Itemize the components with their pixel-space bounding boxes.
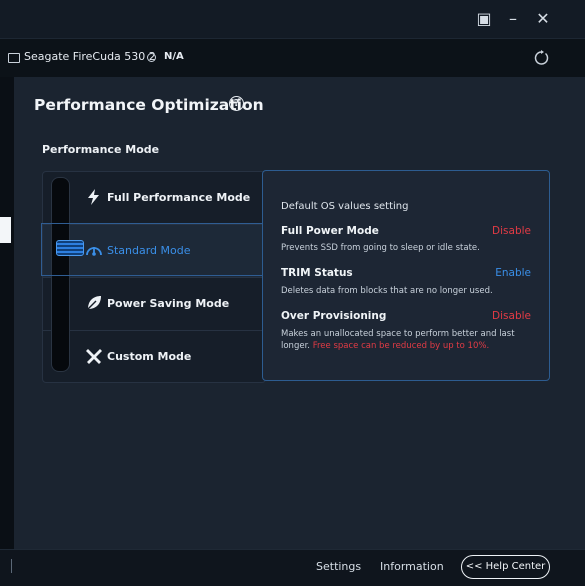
status-circle-icon [147,53,156,62]
mode-slider-track[interactable] [51,177,84,372]
detail-heading: Default OS values setting [281,201,409,212]
mode-slider-handle[interactable] [56,240,84,256]
minimize-button[interactable]: – [503,9,523,29]
footer-divider [11,559,12,573]
information-link[interactable]: Information [380,560,444,573]
device-bar: Seagate FireCuda 530 2 N/A [0,38,585,77]
left-sidebar [0,77,14,549]
main-panel: Performance Optimization ? Performance M… [14,77,585,549]
speedometer-icon [86,247,102,256]
setting-title: Over Provisioning [281,310,387,322]
lightning-icon [88,189,99,205]
title-bar: ▣ – ✕ [0,0,585,38]
section-title: Performance Mode [42,143,160,156]
settings-link[interactable]: Settings [316,560,361,573]
device-status: N/A [164,51,184,62]
sidebar-active-marker [0,217,11,243]
footer-bar: Settings Information << Help Center [0,549,585,586]
restore-window-button[interactable]: ▣ [474,9,494,29]
setting-status: Disable [492,225,531,237]
mode-label: Standard Mode [107,244,191,257]
help-icon[interactable]: ? [229,96,244,111]
mode-label: Full Performance Mode [107,191,251,204]
mode-label: Custom Mode [107,350,192,363]
mode-full-performance[interactable]: Full Performance Mode [43,172,265,224]
mode-label: Power Saving Mode [107,297,230,310]
drive-icon [8,53,20,63]
refresh-icon[interactable] [532,49,550,67]
setting-description: Makes an unallocated space to perform be… [281,328,537,352]
mode-detail-panel: Default OS values setting Full Power Mod… [262,170,550,381]
close-button[interactable]: ✕ [533,9,553,29]
device-name[interactable]: Seagate FireCuda 530 2 [24,50,156,63]
setting-status: Disable [492,310,531,322]
tools-icon [86,349,102,364]
setting-title: TRIM Status [281,267,353,279]
setting-title: Full Power Mode [281,225,379,237]
setting-warning-text: Free space can be reduced by up to 10%. [312,341,490,351]
mode-custom[interactable]: Custom Mode [43,330,265,382]
setting-status: Enable [495,267,531,279]
performance-mode-list: Full Performance Mode Standard Mode Powe… [42,171,266,383]
setting-description: Prevents SSD from going to sleep or idle… [281,243,480,253]
leaf-icon [87,296,101,310]
mode-power-saving[interactable]: Power Saving Mode [43,277,265,330]
help-center-button[interactable]: << Help Center [461,555,550,579]
setting-description: Deletes data from blocks that are no lon… [281,286,493,296]
